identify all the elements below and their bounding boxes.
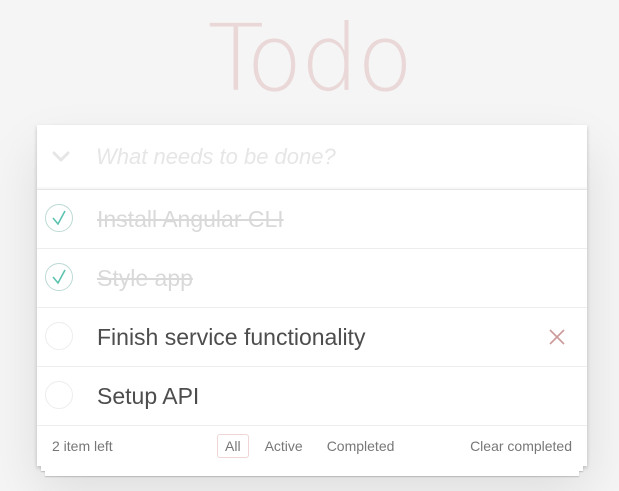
todo-label[interactable]: Finish service functionality bbox=[97, 308, 365, 366]
items-left-number: 2 bbox=[52, 438, 60, 454]
todo-app: Install Angular CLI Style app Finish ser… bbox=[37, 125, 587, 476]
stack-shadow bbox=[45, 471, 579, 476]
filter-completed-link[interactable]: Completed bbox=[319, 434, 403, 458]
todo-label[interactable]: Style app bbox=[97, 249, 193, 307]
todo-toggle-checkbox[interactable] bbox=[45, 381, 73, 409]
todo-toggle-checkbox[interactable] bbox=[45, 204, 73, 232]
clear-completed-button[interactable]: Clear completed bbox=[470, 426, 572, 466]
filter-completed-item: Completed bbox=[319, 434, 403, 458]
todo-toggle-checkbox[interactable] bbox=[45, 322, 73, 350]
new-todo-input[interactable] bbox=[96, 125, 576, 189]
filter-active-link[interactable]: Active bbox=[257, 434, 311, 458]
check-icon bbox=[52, 269, 66, 285]
close-icon bbox=[549, 329, 565, 345]
delete-todo-button[interactable] bbox=[547, 327, 567, 347]
app-title: Todo bbox=[207, 5, 414, 112]
todo-item: Setup API bbox=[37, 367, 587, 426]
todo-label[interactable]: Install Angular CLI bbox=[97, 190, 284, 248]
items-left-count: 2 item left bbox=[52, 426, 113, 466]
todo-item: Install Angular CLI bbox=[37, 190, 587, 249]
check-icon bbox=[52, 210, 66, 226]
todo-footer: 2 item left All Active Completed Clear c… bbox=[37, 426, 587, 476]
todo-item: Style app bbox=[37, 249, 587, 308]
todo-toggle-checkbox[interactable] bbox=[45, 263, 73, 291]
toggle-all-button[interactable] bbox=[37, 125, 85, 189]
filter-active-item: Active bbox=[257, 434, 311, 458]
todo-label[interactable]: Setup API bbox=[97, 367, 199, 425]
chevron-down-icon bbox=[52, 151, 70, 162]
todo-item: Finish service functionality bbox=[37, 308, 587, 367]
items-left-text: item left bbox=[59, 438, 113, 454]
filter-all-item: All bbox=[217, 434, 249, 458]
filter-all-link[interactable]: All bbox=[217, 434, 249, 458]
filter-tabs: All Active Completed bbox=[217, 434, 402, 458]
todo-list: Install Angular CLI Style app Finish ser… bbox=[37, 190, 587, 426]
new-todo-row bbox=[37, 125, 587, 190]
